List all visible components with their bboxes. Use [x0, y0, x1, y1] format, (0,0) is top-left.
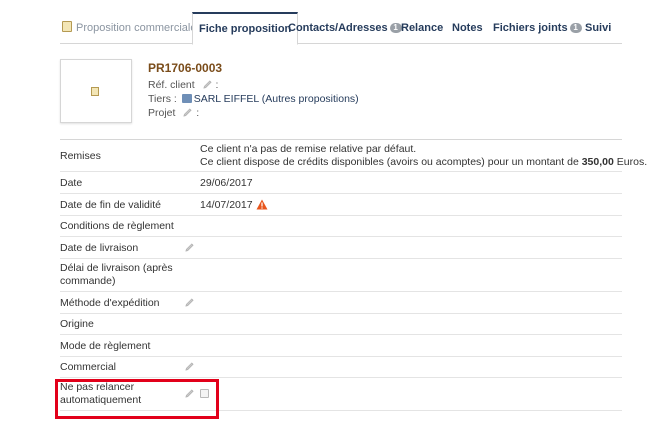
tab-contacts-adresses[interactable]: Contacts/Adresses 1: [288, 12, 402, 44]
fin-validite-value: 14/07/2017: [200, 199, 268, 212]
fin-validite-label: Date de fin de validité: [60, 199, 161, 211]
table-row: Date 29/06/2017: [60, 172, 622, 194]
ne-pas-relancer-checkbox[interactable]: [200, 389, 209, 398]
tab-fichiers-joints[interactable]: Fichiers joints 1: [493, 12, 582, 44]
credit-amount: 350,00: [581, 156, 614, 168]
date-value: 29/06/2017: [200, 177, 253, 189]
tab-bar: Proposition commerciale Fiche propositio…: [60, 12, 622, 45]
origine-label: Origine: [60, 318, 94, 330]
table-row: Commercial: [60, 357, 622, 378]
remises-line-2: Ce client dispose de crédits disponibles…: [200, 156, 648, 168]
ref-client-line: Réf. client :: [148, 79, 219, 91]
other-proposals-link[interactable]: (Autres propositions): [262, 93, 359, 105]
remises-label: Remises: [60, 150, 101, 162]
tab-suivi[interactable]: Suivi: [585, 12, 611, 44]
proposal-fields-table: Remises Ce client n'a pas de remise rela…: [60, 139, 647, 411]
date-label: Date: [60, 177, 83, 189]
pencil-icon[interactable]: [184, 242, 195, 253]
pencil-icon[interactable]: [202, 79, 213, 90]
company-icon: [181, 94, 192, 103]
document-thumbnail: [60, 59, 132, 123]
ne-pas-relancer-label: Ne pas relancer automatiquement: [60, 381, 142, 406]
tiers-link[interactable]: SARL EIFFEL: [194, 93, 259, 105]
tab-fiche-proposition[interactable]: Fiche proposition: [192, 12, 299, 45]
table-row: Date de livraison: [60, 237, 622, 259]
proposal-reference: PR1706-0003: [148, 61, 223, 75]
count-badge: 1: [569, 23, 582, 33]
pencil-icon[interactable]: [184, 388, 195, 399]
table-row: Conditions de règlement: [60, 216, 622, 237]
table-row: Délai de livraison (après commande): [60, 259, 622, 292]
table-row: Origine: [60, 314, 622, 335]
mode-reglement-label: Mode de règlement: [60, 340, 151, 352]
document-icon: [91, 87, 99, 96]
remises-line-1: Ce client n'a pas de remise relative par…: [200, 143, 417, 155]
tab-proposition-commerciale[interactable]: Proposition commerciale: [62, 12, 196, 44]
document-icon: [62, 21, 72, 32]
count-badge: 1: [389, 23, 402, 33]
delai-livraison-label: Délai de livraison (après commande): [60, 262, 173, 287]
pencil-icon[interactable]: [184, 297, 195, 308]
conditions-reglement-label: Conditions de règlement: [60, 220, 174, 232]
pencil-icon[interactable]: [184, 361, 195, 372]
tiers-line: Tiers : SARL EIFFEL (Autres propositions…: [148, 93, 359, 105]
tab-relance[interactable]: Relance: [401, 12, 443, 44]
pencil-icon[interactable]: [182, 107, 193, 118]
table-row: Méthode d'expédition: [60, 292, 622, 314]
tab-notes[interactable]: Notes: [452, 12, 483, 44]
warning-icon: [256, 199, 268, 210]
table-row: Ne pas relancer automatiquement: [60, 378, 622, 411]
table-row: Date de fin de validité 14/07/2017: [60, 194, 622, 216]
projet-line: Projet :: [148, 107, 200, 119]
table-row: Remises Ce client n'a pas de remise rela…: [60, 140, 647, 172]
commercial-label: Commercial: [60, 361, 117, 373]
table-row: Mode de règlement: [60, 335, 622, 357]
date-livraison-label: Date de livraison: [60, 242, 139, 254]
methode-expedition-label: Méthode d'expédition: [60, 297, 160, 309]
